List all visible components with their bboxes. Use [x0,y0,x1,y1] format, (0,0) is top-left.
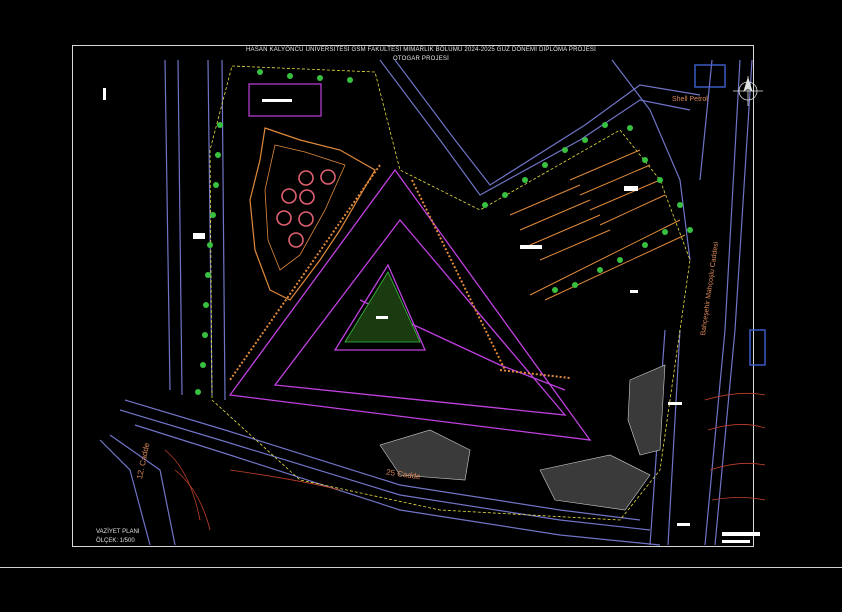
site-plan [99,59,766,546]
parking [509,149,686,301]
project-subtitle: OTOGAR PROJESİ [392,56,450,62]
project-title: HASAN KALYONCU ÜNİVERSİTESİ GSM FAKÜLTES… [246,47,596,53]
trees [195,69,693,395]
fountain-circles [276,169,336,248]
orange-plaza [249,127,376,301]
shell-label: Shell Petrol [672,96,708,103]
legend-scale: ÖLÇEK: 1/500 [96,538,135,544]
courtyard [344,271,421,343]
legend-title: VAZİYET PLANI [96,529,140,535]
